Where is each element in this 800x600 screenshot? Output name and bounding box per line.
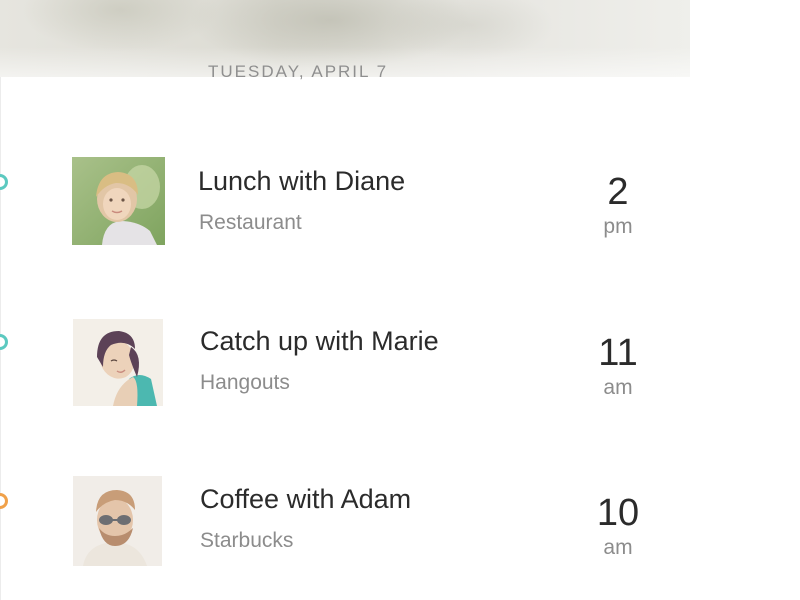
- date-label: TUESDAY, APRIL 7: [208, 62, 389, 81]
- event-item[interactable]: Lunch with Diane Restaurant 2 pm: [0, 157, 800, 249]
- event-time: 10: [596, 492, 640, 534]
- woman-dark-hair-avatar-icon: [73, 319, 163, 406]
- event-title: Lunch with Diane: [198, 166, 406, 196]
- avatar: [73, 319, 163, 406]
- avatar: [72, 157, 165, 245]
- man-sunglasses-avatar-icon: [73, 476, 162, 566]
- event-time: 2: [607, 171, 629, 213]
- event-location: Starbucks: [200, 529, 294, 552]
- timeline-dot: [0, 334, 8, 350]
- event-item[interactable]: Coffee with Adam Starbucks 10 am: [0, 476, 800, 568]
- event-location: Restaurant: [199, 211, 302, 234]
- event-location: Hangouts: [200, 371, 290, 394]
- event-item[interactable]: Catch up with Marie Hangouts 11 am: [0, 319, 800, 411]
- event-time: 11: [598, 332, 638, 374]
- woman-blonde-avatar-icon: [72, 157, 165, 245]
- event-ampm: am: [603, 536, 633, 559]
- event-title: Catch up with Marie: [200, 326, 439, 356]
- event-ampm: am: [603, 376, 633, 399]
- timeline-dot: [0, 174, 8, 190]
- event-title: Coffee with Adam: [200, 484, 412, 514]
- agenda-screen: TUESDAY, APRIL 7 Lunch with Diane Restau…: [0, 0, 800, 600]
- avatar: [73, 476, 162, 566]
- timeline-dot: [0, 493, 8, 509]
- event-ampm: pm: [603, 215, 633, 238]
